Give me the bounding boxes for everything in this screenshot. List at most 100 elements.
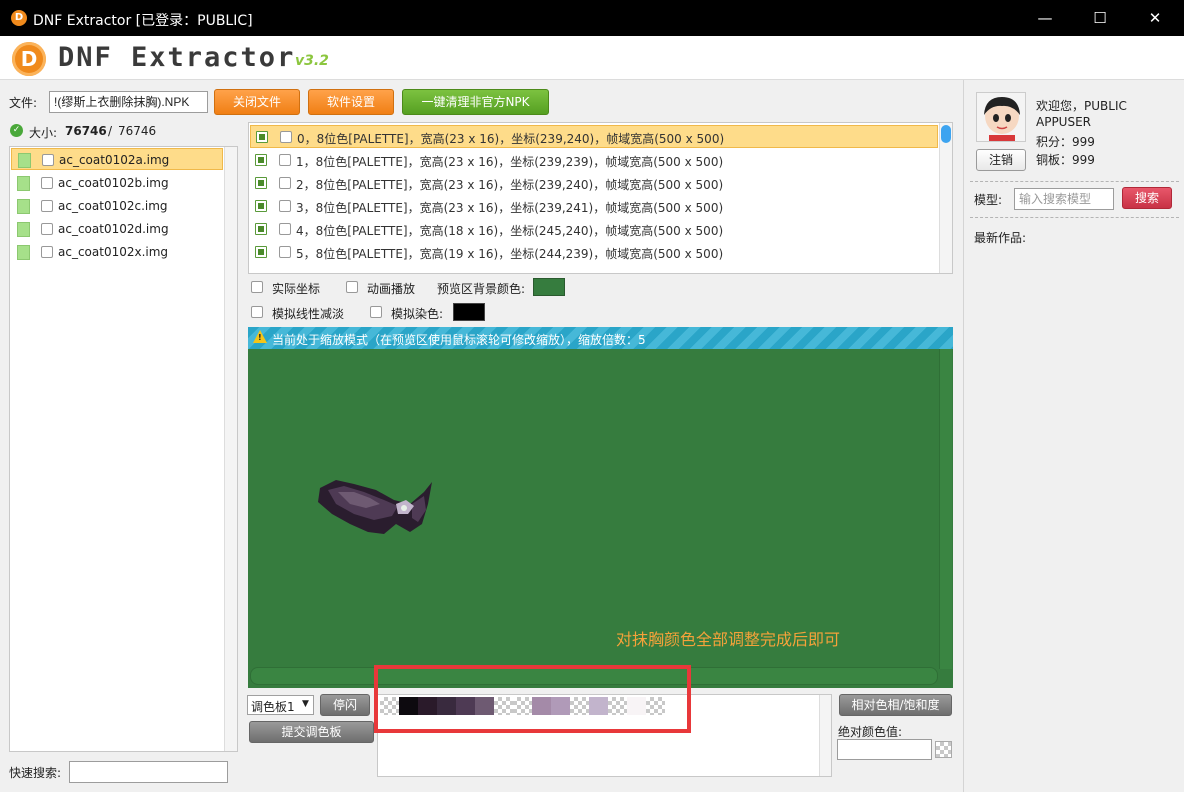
ok-icon: ✓ <box>10 124 23 137</box>
relative-hsl-button[interactable]: 相对色相/饱和度 <box>839 694 952 716</box>
annotation-text: 对抹胸颜色全部调整完成后即可 <box>616 630 841 649</box>
file-list-scrollbar[interactable] <box>224 147 237 751</box>
frame-checkbox[interactable] <box>279 177 291 189</box>
file-item[interactable]: ac_coat0102b.img <box>11 172 223 194</box>
file-checkbox[interactable] <box>41 177 53 189</box>
maximize-button[interactable]: ☐ <box>1077 0 1123 36</box>
file-list[interactable]: ac_coat0102a.img ac_coat0102b.img ac_coa… <box>9 146 238 752</box>
frame-list-scroll-thumb[interactable] <box>941 125 951 143</box>
preview-canvas[interactable]: 对抹胸颜色全部调整完成后即可 <box>248 349 953 688</box>
file-icon <box>18 153 31 168</box>
bg-color-swatch[interactable] <box>533 278 565 296</box>
welcome-text: 欢迎您，PUBLIC <box>1036 99 1127 113</box>
frame-green-checkbox[interactable] <box>255 246 267 258</box>
divider <box>970 181 1179 182</box>
avatar <box>976 92 1026 142</box>
frame-green-checkbox[interactable] <box>255 200 267 212</box>
username-text: APPUSER <box>1036 115 1092 129</box>
logo-icon: D <box>12 42 46 76</box>
file-name: ac_coat0102a.img <box>59 153 170 167</box>
window-title: DNF Extractor [已登录：PUBLIC] <box>33 13 253 29</box>
frame-text: 3，8位色[PALETTE]，宽高(23 x 16)，坐标(239,241)，帧… <box>296 201 724 215</box>
size-current: 76746 <box>65 124 107 138</box>
frame-checkbox[interactable] <box>279 154 291 166</box>
frame-green-checkbox[interactable] <box>256 131 268 143</box>
file-label: 文件: <box>9 96 38 110</box>
linear-fade-label: 模拟线性减淡 <box>272 307 345 321</box>
file-icon <box>17 222 30 237</box>
file-item[interactable]: ac_coat0102d.img <box>11 218 223 240</box>
settings-button[interactable]: 软件设置 <box>308 89 394 115</box>
quick-search-input[interactable] <box>69 761 228 783</box>
frame-list-scrollbar[interactable] <box>939 123 952 273</box>
frame-green-checkbox[interactable] <box>255 177 267 189</box>
frame-row[interactable]: 0，8位色[PALETTE]，宽高(23 x 16)，坐标(239,240)，帧… <box>250 125 938 148</box>
transparent-color-swatch[interactable] <box>935 741 952 758</box>
file-path-input[interactable]: !(缪斯上衣删除抹胸).NPK <box>49 91 208 113</box>
frame-green-checkbox[interactable] <box>255 223 267 235</box>
absolute-color-input[interactable] <box>837 739 932 760</box>
palette-select[interactable]: 调色板1 ▼ <box>247 695 314 715</box>
preview-vscrollbar[interactable] <box>939 349 952 669</box>
file-item[interactable]: ac_coat0102x.img <box>11 241 223 263</box>
copper-text: 铜板：999 <box>1036 153 1095 167</box>
frame-row[interactable]: 4，8位色[PALETTE]，宽高(18 x 16)，坐标(245,240)，帧… <box>250 218 938 241</box>
frame-row[interactable]: 3，8位色[PALETTE]，宽高(23 x 16)，坐标(239,241)，帧… <box>250 195 938 218</box>
model-label: 模型: <box>974 193 1003 207</box>
dye-checkbox[interactable] <box>370 306 382 318</box>
file-name: ac_coat0102c.img <box>58 199 168 213</box>
animate-checkbox[interactable] <box>346 281 358 293</box>
stop-flash-button[interactable]: 停闪 <box>320 694 370 716</box>
frame-green-checkbox[interactable] <box>255 154 267 166</box>
frame-checkbox[interactable] <box>279 246 291 258</box>
close-window-button[interactable]: ✕ <box>1132 0 1178 36</box>
chevron-down-icon: ▼ <box>302 699 309 709</box>
app-icon: D <box>11 10 27 26</box>
model-search-button[interactable]: 搜索 <box>1122 187 1172 209</box>
model-search-input[interactable]: 输入搜索模型 <box>1014 188 1114 210</box>
file-item[interactable]: ac_coat0102c.img <box>11 195 223 217</box>
zoom-notice-text: 当前处于缩放模式（在预览区使用鼠标滚轮可修改缩放），缩放倍数：5 <box>272 333 646 347</box>
frame-text: 0，8位色[PALETTE]，宽高(23 x 16)，坐标(239,240)，帧… <box>297 132 725 146</box>
frame-row[interactable]: 2，8位色[PALETTE]，宽高(23 x 16)，坐标(239,240)，帧… <box>250 172 938 195</box>
file-checkbox[interactable] <box>42 154 54 166</box>
quick-search-label: 快速搜索: <box>9 766 62 780</box>
minimize-button[interactable]: — <box>1022 0 1068 36</box>
file-checkbox[interactable] <box>41 200 53 212</box>
frame-checkbox[interactable] <box>280 131 292 143</box>
file-item[interactable]: ac_coat0102a.img <box>11 148 223 170</box>
file-icon <box>17 176 30 191</box>
frame-checkbox[interactable] <box>279 223 291 235</box>
close-file-button[interactable]: 关闭文件 <box>214 89 300 115</box>
highlight-annotation-box <box>374 665 691 733</box>
file-name: ac_coat0102x.img <box>58 245 169 259</box>
warning-icon-mark: ! <box>258 333 262 342</box>
real-coords-checkbox[interactable] <box>251 281 263 293</box>
app-window: D DNF Extractor [已登录：PUBLIC] — ☐ ✕ D DNF… <box>0 0 1184 792</box>
file-icon <box>17 245 30 260</box>
linear-fade-checkbox[interactable] <box>251 306 263 318</box>
dye-color-swatch[interactable] <box>453 303 485 321</box>
frame-checkbox[interactable] <box>279 200 291 212</box>
frame-text: 4，8位色[PALETTE]，宽高(18 x 16)，坐标(245,240)，帧… <box>296 224 724 238</box>
submit-palette-button[interactable]: 提交调色板 <box>249 721 374 743</box>
avatar-icon <box>977 93 1025 141</box>
frame-list[interactable]: 0，8位色[PALETTE]，宽高(23 x 16)，坐标(239,240)，帧… <box>248 122 953 274</box>
real-coords-label: 实际坐标 <box>272 282 321 296</box>
clean-npk-button[interactable]: 一键清理非官方NPK <box>402 89 549 115</box>
points-text: 积分：999 <box>1036 135 1095 149</box>
app-header: D DNF Extractor v3.2 <box>0 36 1184 80</box>
frame-row[interactable]: 5，8位色[PALETTE]，宽高(19 x 16)，坐标(244,239)，帧… <box>250 241 938 264</box>
size-label: 大小: <box>29 126 58 140</box>
file-checkbox[interactable] <box>41 223 53 235</box>
logout-button[interactable]: 注销 <box>976 149 1026 171</box>
frame-row[interactable]: 1，8位色[PALETTE]，宽高(23 x 16)，坐标(239,239)，帧… <box>250 149 938 172</box>
file-icon <box>17 199 30 214</box>
zoom-notice-bar: ! 当前处于缩放模式（在预览区使用鼠标滚轮可修改缩放），缩放倍数：5 <box>248 327 953 349</box>
divider <box>970 217 1179 218</box>
size-separator: / <box>108 124 113 138</box>
frame-text: 5，8位色[PALETTE]，宽高(19 x 16)，坐标(244,239)，帧… <box>296 247 724 261</box>
file-checkbox[interactable] <box>41 246 53 258</box>
version-label: v3.2 <box>295 53 329 69</box>
palette-scrollbar[interactable] <box>819 695 831 776</box>
